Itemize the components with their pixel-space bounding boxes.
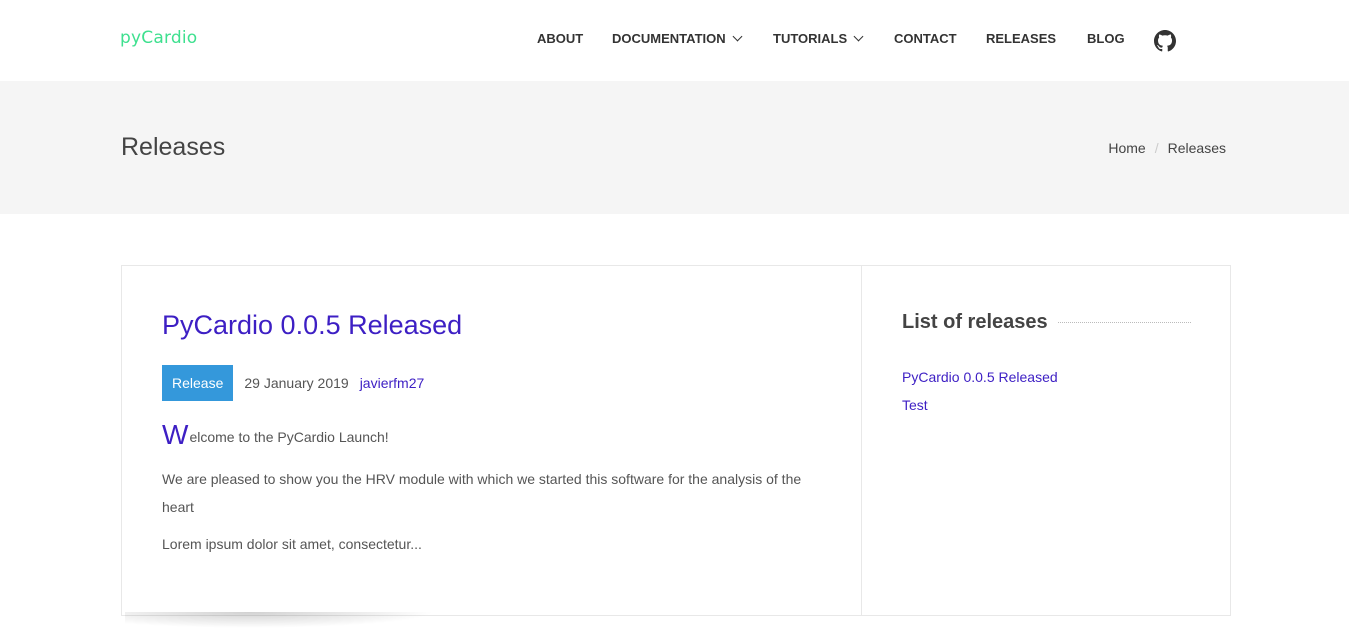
nav-contact-label: CONTACT xyxy=(894,31,957,46)
page-title-band: Releases Home / Releases xyxy=(0,81,1349,214)
nav-contact[interactable]: CONTACT xyxy=(894,31,957,46)
post-excerpt: Lorem ipsum dolor sit amet, consectetur.… xyxy=(162,536,422,552)
nav-blog[interactable]: BLOG xyxy=(1087,31,1125,46)
card-shadow xyxy=(125,612,435,628)
post-meta: Release 29 January 2019 javierfm27 xyxy=(162,365,424,401)
page-title: Releases xyxy=(121,133,226,161)
chevron-down-icon xyxy=(732,31,743,42)
post-title[interactable]: PyCardio 0.0.5 Released xyxy=(162,310,462,341)
breadcrumb-separator: / xyxy=(1154,140,1159,156)
nav-about-label: ABOUT xyxy=(537,31,584,46)
sidebar-title: List of releases xyxy=(902,311,1048,333)
nav-releases-label: RELEASES xyxy=(986,31,1057,46)
post-tag[interactable]: Release xyxy=(162,365,234,401)
nav-tutorials-label: TUTORIALS xyxy=(773,31,848,46)
sidebar-title-rule xyxy=(1058,322,1191,323)
nav-releases[interactable]: RELEASES xyxy=(986,31,1056,46)
post-intro-text: elcome to the PyCardio Launch! xyxy=(189,429,389,445)
nav-about[interactable]: ABOUT xyxy=(537,31,583,46)
nav-tutorials[interactable]: TUTORIALS xyxy=(773,31,864,46)
column-divider xyxy=(861,266,862,615)
chevron-down-icon xyxy=(853,31,864,42)
breadcrumb-current: Releases xyxy=(1167,140,1226,156)
github-icon[interactable] xyxy=(1154,30,1176,52)
post-paragraph: We are pleased to show you the HRV modul… xyxy=(162,471,802,515)
nav-documentation-label: DOCUMENTATION xyxy=(612,31,726,46)
breadcrumb-home[interactable]: Home xyxy=(1108,140,1145,156)
releases-list-item[interactable]: Test xyxy=(902,391,1058,419)
releases-list-item[interactable]: PyCardio 0.0.5 Released xyxy=(902,363,1058,391)
dropcap: W xyxy=(162,419,189,450)
post-intro: Welcome to the PyCardio Launch! xyxy=(162,421,389,449)
nav-blog-label: BLOG xyxy=(1087,31,1125,46)
nav-documentation[interactable]: DOCUMENTATION xyxy=(612,31,743,46)
post-author[interactable]: javierfm27 xyxy=(360,375,425,391)
post-date: 29 January 2019 xyxy=(244,375,349,391)
releases-list: PyCardio 0.0.5 Released Test xyxy=(902,363,1058,419)
breadcrumb: Home / Releases xyxy=(1108,140,1226,156)
site-logo[interactable]: pyCardio xyxy=(120,28,197,48)
content-card: PyCardio 0.0.5 Released Release 29 Janua… xyxy=(121,265,1231,616)
site-header: pyCardio ABOUT DOCUMENTATION TUTORIALS C… xyxy=(0,0,1349,81)
